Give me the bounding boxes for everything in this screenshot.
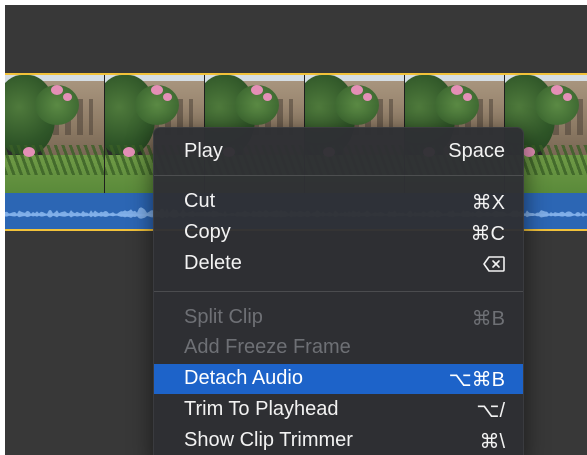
- menu-item-split-clip[interactable]: Split Clip ⌘B: [154, 303, 523, 333]
- menu-item-label: Split Clip: [184, 306, 263, 328]
- menu-separator: [154, 175, 523, 176]
- menu-separator: [154, 291, 523, 292]
- menu-item-shortcut: Space: [448, 140, 505, 162]
- menu-item-trim-to-playhead[interactable]: Trim To Playhead ⌥/: [154, 395, 523, 425]
- menu-item-shortcut: ⌥/: [476, 400, 505, 422]
- delete-backward-icon: [483, 252, 505, 275]
- menu-item-shortcut: ⌘B: [471, 308, 505, 330]
- menu-item-play[interactable]: Play Space: [154, 137, 523, 167]
- menu-item-label: Copy: [184, 221, 231, 243]
- menu-item-label: Show Clip Trimmer: [184, 429, 353, 451]
- menu-item-label: Add Freeze Frame: [184, 336, 351, 358]
- menu-item-copy[interactable]: Copy ⌘C: [154, 218, 523, 248]
- menu-item-shortcut: ⌥⌘B: [448, 369, 505, 391]
- menu-item-show-clip-trimmer[interactable]: Show Clip Trimmer ⌘\: [154, 426, 523, 455]
- menu-item-shortcut: ⌘\: [479, 431, 505, 453]
- timeline-area: Play Space Cut ⌘X Copy ⌘C Delete Split C…: [5, 5, 587, 455]
- menu-item-label: Detach Audio: [184, 367, 303, 389]
- menu-item-detach-audio[interactable]: Detach Audio ⌥⌘B: [154, 364, 523, 394]
- menu-item-add-freeze-frame[interactable]: Add Freeze Frame: [154, 333, 523, 363]
- menu-item-shortcut: ⌘C: [470, 223, 505, 245]
- menu-item-label: Trim To Playhead: [184, 398, 339, 420]
- context-menu: Play Space Cut ⌘X Copy ⌘C Delete Split C…: [153, 127, 524, 455]
- menu-item-delete[interactable]: Delete: [154, 249, 523, 279]
- menu-item-label: Delete: [184, 252, 242, 274]
- menu-item-cut[interactable]: Cut ⌘X: [154, 187, 523, 217]
- menu-item-shortcut: ⌘X: [471, 192, 505, 214]
- menu-item-label: Play: [184, 140, 223, 162]
- clip-thumbnail: [5, 75, 105, 193]
- menu-item-label: Cut: [184, 190, 216, 212]
